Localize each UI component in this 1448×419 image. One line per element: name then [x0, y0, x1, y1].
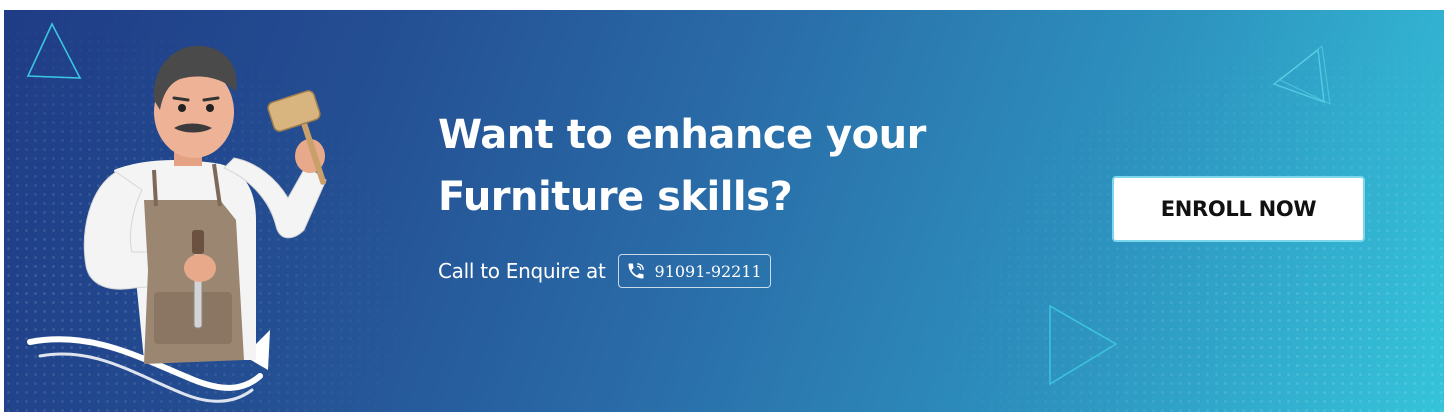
phone-number-link[interactable]: 91091-92211	[617, 254, 771, 288]
triangle-outline-bottom-right	[1049, 304, 1118, 386]
triangle-outline-top-right	[1272, 44, 1331, 106]
enquire-row: Call to Enquire at 91091-92211	[438, 254, 771, 288]
promo-banner: Want to enhance your Furniture skills? C…	[4, 10, 1444, 412]
headline: Want to enhance your Furniture skills?	[438, 112, 926, 220]
carpenter-illustration	[27, 45, 327, 403]
phone-number: 91091-92211	[654, 261, 762, 281]
enquire-label: Call to Enquire at	[438, 259, 606, 283]
phone-call-icon	[625, 260, 647, 282]
enroll-now-button[interactable]: ENROLL NOW	[1112, 176, 1365, 242]
